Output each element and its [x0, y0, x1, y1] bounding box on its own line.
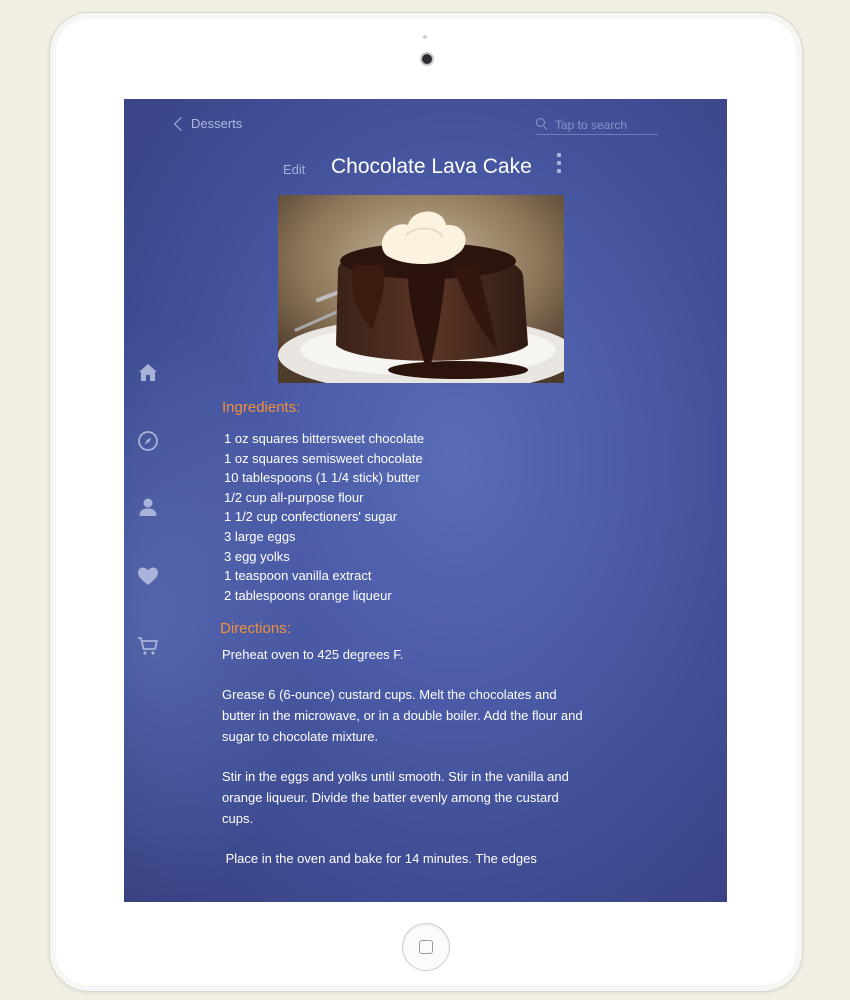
list-item: 1 oz squares semisweet chocolate — [224, 450, 423, 466]
search-icon — [536, 118, 548, 130]
list-item: 10 tablespoons (1 1/4 stick) butter — [224, 470, 420, 486]
list-item: 3 large eggs — [224, 528, 296, 544]
direction-step: Place in the oven and bake for 14 minute… — [222, 851, 537, 866]
direction-step: Grease 6 (6-ounce) custard cups. Melt th… — [222, 687, 583, 744]
home-icon — [139, 364, 157, 381]
sidebar-item-explore[interactable] — [136, 429, 160, 453]
compass-icon — [138, 431, 158, 451]
heart-icon — [138, 567, 158, 585]
ingredients-heading: Ingredients: — [222, 399, 301, 416]
recipe-title: Chocolate Lava Cake — [331, 155, 532, 178]
recipe-photo — [278, 195, 564, 383]
home-button-square-icon — [419, 940, 433, 954]
edit-button[interactable]: Edit — [283, 162, 305, 177]
home-button[interactable] — [402, 923, 450, 971]
back-button[interactable]: Desserts — [173, 116, 243, 131]
list-item: 1/2 cup all-purpose flour — [224, 489, 364, 505]
list-item: 1 1/2 cup confectioners' sugar — [224, 509, 398, 525]
search-bar[interactable] — [536, 116, 658, 135]
list-item: 2 tablespoons orange liqueur — [224, 587, 392, 603]
back-label: Desserts — [191, 116, 243, 131]
ingredients-list: 1 oz squares bittersweet chocolate 1 oz … — [224, 429, 424, 605]
sidebar-item-favorites[interactable] — [136, 564, 160, 588]
cart-icon — [138, 637, 158, 655]
search-input[interactable] — [555, 118, 655, 132]
more-vertical-icon — [557, 153, 561, 157]
sidebar-item-home[interactable] — [136, 361, 160, 385]
list-item: 1 oz squares bittersweet chocolate — [224, 431, 425, 446]
sensor-dot — [423, 35, 427, 39]
direction-step: Stir in the eggs and yolks until smooth.… — [222, 769, 569, 826]
directions-text: Preheat oven to 425 degrees F. Grease 6 … — [222, 644, 587, 888]
directions-heading: Directions: — [220, 620, 291, 637]
user-icon — [139, 498, 157, 516]
list-item: 1 teaspoon vanilla extract — [224, 568, 372, 584]
list-item: 3 egg yolks — [224, 548, 290, 564]
more-options-button[interactable] — [555, 153, 563, 175]
chevron-left-icon — [173, 116, 189, 131]
sidebar-item-profile[interactable] — [136, 495, 160, 519]
app-screen: Desserts Edit Chocolate Lava Cake — [124, 99, 727, 902]
front-camera — [420, 52, 434, 66]
sidebar-item-cart[interactable] — [136, 634, 160, 658]
direction-step: Preheat oven to 425 degrees F. — [222, 647, 404, 662]
